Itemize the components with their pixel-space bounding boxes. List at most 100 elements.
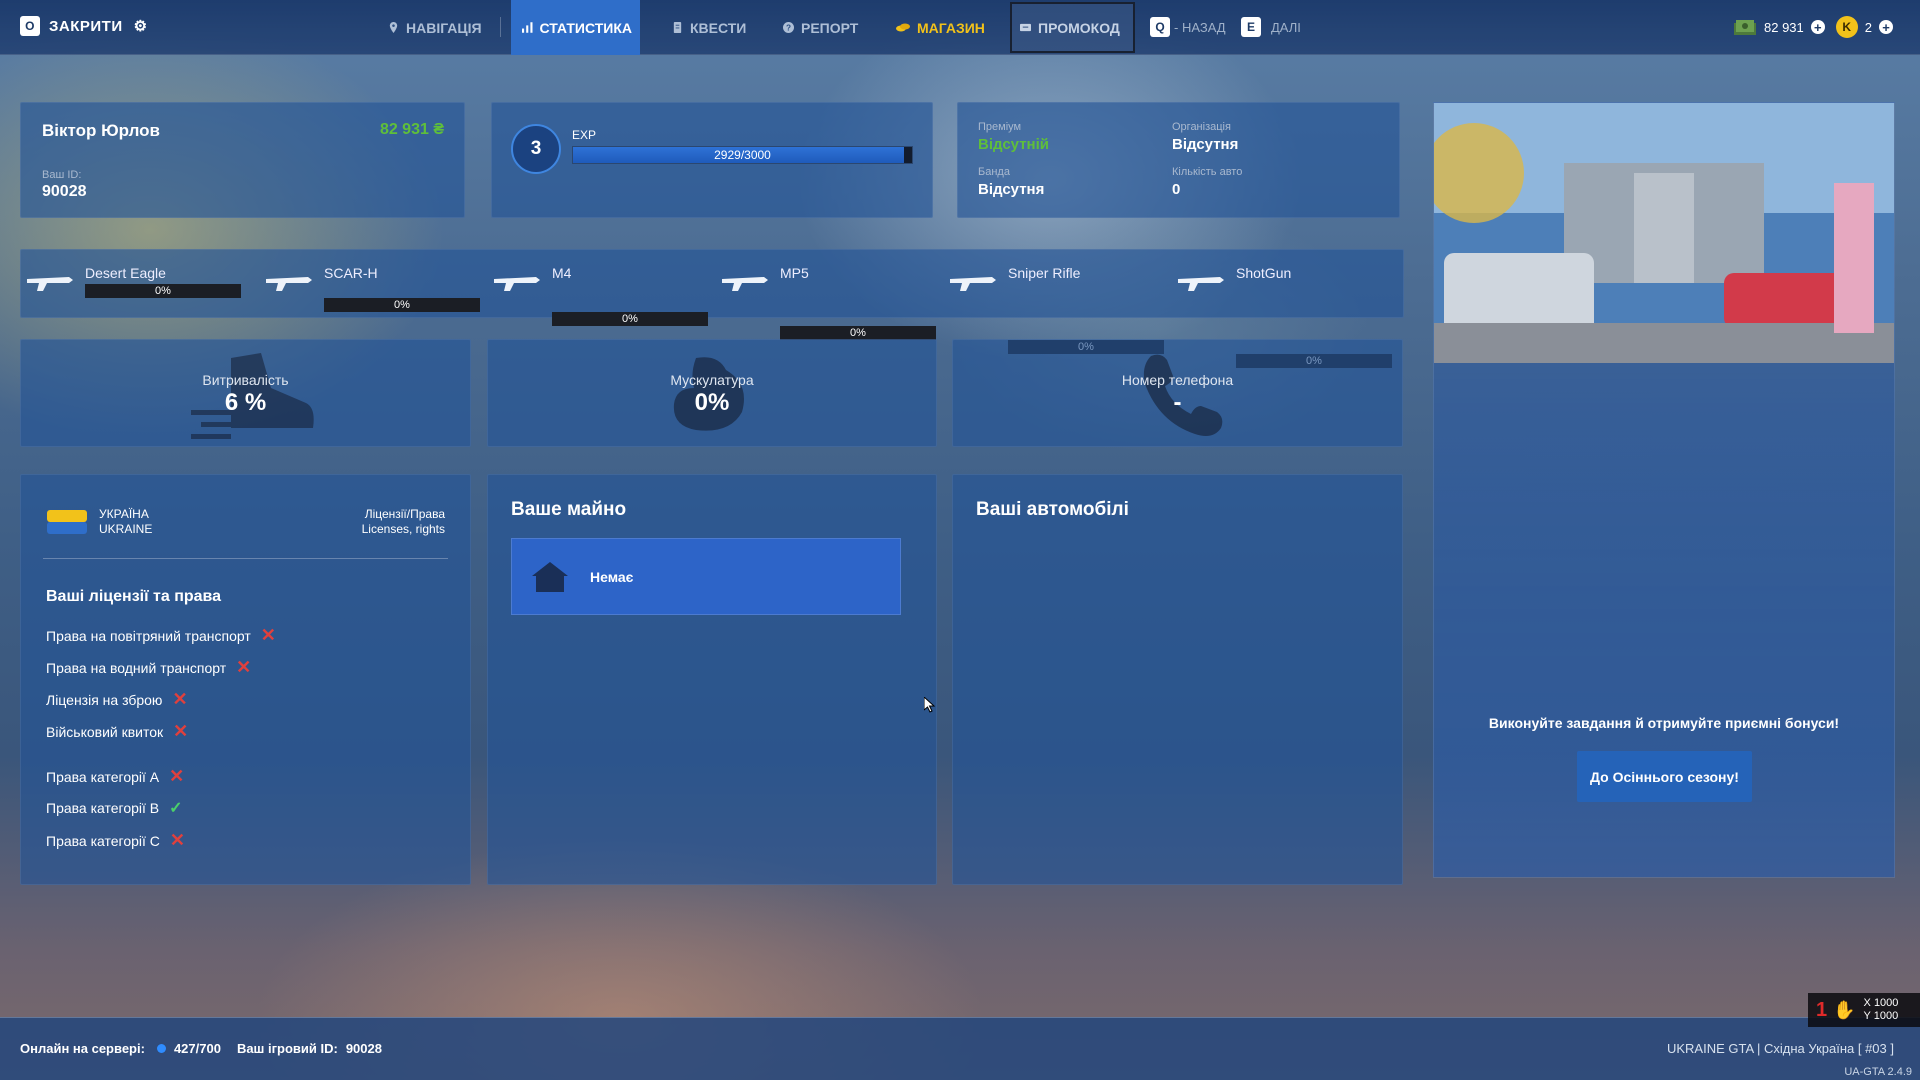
license-label: Права на повітряний транспорт (46, 627, 251, 644)
server-name: UKRAINE GTA | Східна Україна [ #03 ] (1666, 1041, 1894, 1056)
coin-icon: K (1835, 16, 1858, 38)
cross-icon: ✕ (172, 689, 188, 709)
weapon-name: SCAR-H (324, 265, 378, 281)
gang-value: Відсутня (978, 181, 1045, 198)
cross-icon: ✕ (236, 657, 252, 677)
version: UA-GTA 2.4.9 (1844, 1066, 1912, 1078)
game-id: 90028 (345, 1041, 382, 1056)
tab-navigation-label: НАВІГАЦІЯ (406, 19, 482, 36)
stamina-label: Витривалість (202, 372, 289, 388)
add-coins-icon[interactable]: + (1879, 20, 1893, 34)
online-value: 427/700 (173, 1041, 221, 1056)
weapon-skill-value: 0% (155, 285, 171, 297)
cars-count-label: Кількість авто (1172, 166, 1243, 178)
hud-icon-1: 1 (1816, 998, 1828, 1021)
weapon-skill-value: 0% (622, 313, 638, 325)
gang-label: Банда (978, 166, 1010, 178)
cash-icon (1734, 20, 1756, 35)
season-button[interactable]: До Осіннього сезону! (1577, 751, 1752, 802)
licenses-title-ua: Ліцензії/Права (364, 507, 445, 521)
level-card: 3 EXP 2929/3000 (491, 102, 933, 218)
tab-report[interactable]: ? РЕПОРТ (775, 0, 866, 55)
license-label: Військовий квиток (46, 723, 164, 740)
license-row: Права категорії C ✕ (46, 830, 185, 851)
premium-label: Преміум (978, 121, 1022, 133)
top-money: 82 931 (1764, 19, 1804, 35)
close-key: O (20, 16, 40, 36)
next-label: ДАЛІ (1271, 19, 1301, 35)
weapon-icon (25, 271, 75, 295)
exp-bar: 2929/3000 (572, 146, 913, 164)
tab-report-label: РЕПОРТ (801, 19, 859, 36)
property-heading: Ваше майно (511, 499, 627, 520)
license-row: Права на водний транспорт ✕ (46, 657, 251, 678)
org-value: Відсутня (1172, 136, 1239, 153)
weapon-skill-bar: 0% (780, 326, 936, 340)
player-id: 90028 (42, 183, 87, 200)
tab-shop[interactable]: МАГАЗИН (888, 0, 993, 55)
cars-panel: Ваші автомобілі (952, 474, 1403, 885)
property-panel: Ваше майно Немає (487, 474, 937, 885)
tab-statistics-label: СТАТИСТИКА (539, 19, 633, 36)
back-key: Q (1150, 17, 1170, 37)
svg-text:?: ? (786, 23, 791, 32)
property-empty-label: Немає (590, 568, 634, 585)
cars-count-value: 0 (1172, 181, 1181, 198)
coord-x: X 1000 (1863, 997, 1899, 1009)
country-ua: УКРАЇНА (99, 507, 149, 521)
bar-chart-icon (522, 22, 533, 33)
tab-navigation[interactable]: НАВІГАЦІЯ (380, 0, 490, 55)
licenses-panel: УКРАЇНА UKRAINE Ліцензії/Права Licenses,… (20, 474, 471, 885)
cross-icon: ✕ (260, 625, 276, 645)
phone-label: Номер телефона (1121, 372, 1234, 388)
tab-quests[interactable]: КВЕСТИ (664, 0, 754, 55)
add-money-icon[interactable]: + (1810, 20, 1825, 34)
tab-promocode[interactable]: ПРОМОКОД (1010, 2, 1135, 53)
country-en: UKRAINE (99, 522, 153, 536)
license-label: Права категорії B (46, 800, 160, 816)
licenses-heading: Ваші ліцензії та права (46, 588, 222, 605)
weapon-skill-bar: 0% (324, 298, 480, 312)
weapon-icon (720, 271, 770, 295)
license-row: Ліцензія на зброю ✕ (46, 689, 188, 710)
ticket-icon (1020, 23, 1031, 32)
next-button[interactable]: E ДАЛІ (1241, 17, 1301, 37)
license-label: Права на водний транспорт (46, 659, 227, 676)
weapon-name: MP5 (780, 265, 809, 281)
license-row: Права категорії B ✓ (46, 798, 183, 818)
divider (43, 558, 448, 559)
weapon-name: Desert Eagle (85, 265, 166, 281)
muscle-card: Мускулатура 0% (487, 339, 937, 447)
stamina-card: Витривалість 6 % (20, 339, 471, 447)
player-name: Віктор Юрлов (42, 121, 161, 140)
weapon-name: M4 (552, 265, 572, 281)
premium-value: Відсутній (978, 136, 1049, 153)
cars-heading: Ваші автомобілі (976, 499, 1129, 520)
tab-statistics[interactable]: СТАТИСТИКА (511, 0, 640, 55)
license-row: Права категорії A ✕ (46, 766, 184, 787)
level-badge: 3 (511, 124, 561, 174)
gear-icon[interactable]: ⚙ (134, 17, 148, 35)
close-label: ЗАКРИТИ (49, 17, 123, 35)
player-money: 82 931 ₴ (379, 121, 444, 138)
footer-online: Онлайн на сервері: 427/700 Ваш ігровий I… (20, 1041, 382, 1056)
promo-panel: Виконуйте завдання й отримуйте приємні б… (1433, 102, 1895, 878)
online-label: Онлайн на сервері: (20, 1041, 145, 1056)
cross-icon: ✕ (169, 830, 186, 850)
back-button[interactable]: Q - НАЗАД (1150, 17, 1226, 37)
exp-text: 2929/3000 (714, 148, 771, 162)
coord-y: Y 1000 (1863, 1010, 1899, 1022)
player-id-label: Ваш ID: (42, 169, 82, 181)
exp-label: EXP (572, 128, 597, 142)
weapon-name: Sniper Rifle (1008, 265, 1081, 281)
tab-quests-label: КВЕСТИ (690, 19, 747, 36)
hand-icon: ✋ (1833, 999, 1856, 1020)
property-empty-item[interactable]: Немає (511, 538, 901, 615)
close-button[interactable]: O ЗАКРИТИ ⚙ (20, 16, 148, 36)
back-label: - НАЗАД (1174, 19, 1226, 35)
org-label: Організація (1172, 121, 1231, 133)
weapon-skill-bar: 0% (85, 284, 241, 298)
house-icon (532, 561, 568, 592)
weapon-skill-value: 0% (394, 299, 410, 311)
weapon-name: ShotGun (1236, 265, 1292, 281)
